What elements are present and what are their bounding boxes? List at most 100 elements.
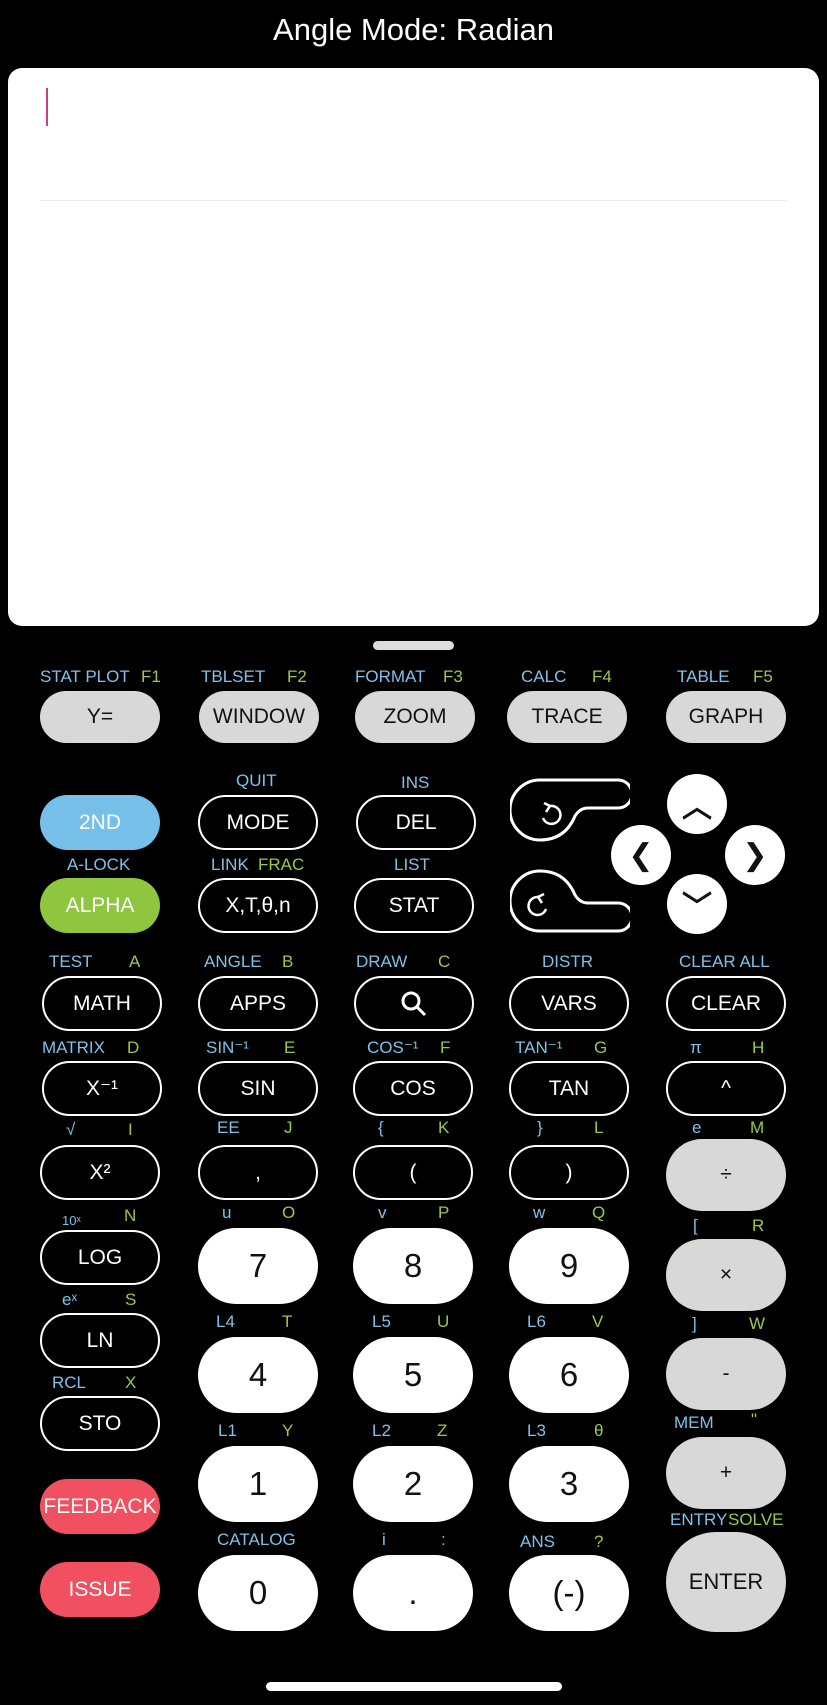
label-imag: i: [382, 1530, 386, 1549]
label-f2: F2: [287, 667, 307, 686]
label-list: LIST: [394, 855, 430, 874]
y-equals-key[interactable]: Y=: [40, 691, 160, 743]
arrow-right-key[interactable]: ❯: [725, 825, 785, 885]
label-solve: SOLVE: [728, 1510, 784, 1529]
entry-separator: [40, 200, 787, 201]
label-z: Z: [437, 1421, 448, 1440]
label-lbracket: [: [693, 1216, 698, 1235]
home-indicator[interactable]: [266, 1682, 562, 1691]
cos-key[interactable]: COS: [353, 1061, 473, 1116]
label-n: N: [124, 1206, 137, 1225]
del-key[interactable]: DEL: [356, 795, 476, 850]
label-quit: QUIT: [236, 771, 277, 790]
label-test: TEST: [49, 952, 93, 971]
redo-button[interactable]: [508, 869, 634, 939]
label-pi: π: [690, 1038, 702, 1057]
label-ans: ANS: [520, 1532, 555, 1551]
label-q: Q: [592, 1203, 606, 1222]
calculator-display[interactable]: [8, 68, 819, 626]
digit-2-key[interactable]: 2: [353, 1446, 473, 1522]
multiply-key[interactable]: ×: [666, 1239, 786, 1311]
negate-key[interactable]: (-): [509, 1555, 629, 1631]
arrow-up-key[interactable]: ︿: [667, 774, 727, 834]
label-format: FORMAT: [355, 667, 426, 686]
digit-8-key[interactable]: 8: [353, 1228, 473, 1304]
digit-1-key[interactable]: 1: [198, 1446, 318, 1522]
label-sin-inv: SIN⁻¹: [206, 1038, 249, 1057]
undo-icon: [508, 778, 634, 842]
digit-9-key[interactable]: 9: [509, 1228, 629, 1304]
label-u-up: U: [437, 1312, 450, 1331]
graph-key[interactable]: GRAPH: [666, 691, 786, 743]
label-sqrt: √: [66, 1120, 76, 1139]
label-l6: L6: [527, 1312, 546, 1331]
label-question: ?: [594, 1532, 604, 1551]
right-paren-key[interactable]: ): [509, 1145, 629, 1200]
label-mem: MEM: [674, 1413, 714, 1432]
divide-key[interactable]: ÷: [666, 1139, 786, 1211]
label-w: w: [533, 1203, 546, 1222]
label-c: C: [438, 952, 451, 971]
digit-0-key[interactable]: 0: [198, 1555, 318, 1631]
left-paren-key[interactable]: (: [353, 1145, 473, 1200]
xtn-key[interactable]: X,T,θ,n: [198, 878, 318, 933]
digit-7-key[interactable]: 7: [198, 1228, 318, 1304]
label-f1: F1: [141, 667, 161, 686]
alpha-key[interactable]: ALPHA: [40, 878, 160, 933]
label-t: T: [282, 1312, 293, 1331]
label-u: u: [222, 1203, 232, 1222]
label-d: D: [127, 1038, 140, 1057]
enter-key[interactable]: ENTER: [666, 1532, 786, 1632]
feedback-button[interactable]: FEEDBACK: [40, 1479, 160, 1534]
label-s: S: [125, 1290, 137, 1309]
ln-key[interactable]: LN: [40, 1313, 160, 1368]
clear-key[interactable]: CLEAR: [666, 976, 786, 1031]
zoom-key[interactable]: ZOOM: [355, 691, 475, 743]
label-ee: EE: [217, 1118, 240, 1137]
digit-4-key[interactable]: 4: [198, 1337, 318, 1413]
label-x: X: [125, 1373, 137, 1392]
sin-key[interactable]: SIN: [198, 1061, 318, 1116]
label-matrix: MATRIX: [42, 1038, 105, 1057]
digit-5-key[interactable]: 5: [353, 1337, 473, 1413]
vars-key[interactable]: VARS: [509, 976, 629, 1031]
arrow-left-key[interactable]: ❮: [611, 825, 671, 885]
arrow-down-key[interactable]: ﹀: [667, 874, 727, 934]
label-tblset: TBLSET: [201, 667, 266, 686]
window-key[interactable]: WINDOW: [199, 691, 319, 743]
decimal-key[interactable]: .: [353, 1555, 473, 1631]
label-lbrace: {: [378, 1118, 384, 1137]
label-angle: ANGLE: [204, 952, 262, 971]
comma-key[interactable]: ,: [198, 1145, 318, 1200]
text-cursor: [46, 88, 48, 126]
mode-key[interactable]: MODE: [198, 795, 318, 850]
label-f5: F5: [753, 667, 773, 686]
log-key[interactable]: LOG: [40, 1230, 160, 1285]
label-table: TABLE: [677, 667, 730, 686]
stat-key[interactable]: STAT: [354, 878, 474, 933]
issue-button[interactable]: ISSUE: [40, 1562, 160, 1617]
undo-button[interactable]: [508, 778, 634, 848]
label-f4: F4: [592, 667, 612, 686]
sto-key[interactable]: STO: [40, 1396, 160, 1451]
math-key[interactable]: MATH: [42, 976, 162, 1031]
x-squared-key[interactable]: X²: [40, 1145, 160, 1200]
label-v: v: [378, 1203, 387, 1222]
subtract-key[interactable]: -: [666, 1338, 786, 1410]
chevron-down-icon: ﹀: [682, 891, 712, 924]
x-inverse-key[interactable]: X⁻¹: [42, 1061, 162, 1116]
resize-handle[interactable]: [373, 641, 454, 650]
label-j: J: [284, 1118, 293, 1137]
label-l5: L5: [372, 1312, 391, 1331]
trace-key[interactable]: TRACE: [507, 691, 627, 743]
search-key[interactable]: [354, 976, 474, 1031]
second-key[interactable]: 2ND: [40, 795, 160, 850]
tan-key[interactable]: TAN: [509, 1061, 629, 1116]
add-key[interactable]: +: [666, 1437, 786, 1509]
label-calc: CALC: [521, 667, 567, 686]
power-key[interactable]: ^: [666, 1061, 786, 1116]
digit-6-key[interactable]: 6: [509, 1337, 629, 1413]
digit-3-key[interactable]: 3: [509, 1446, 629, 1522]
apps-key[interactable]: APPS: [198, 976, 318, 1031]
label-a: A: [129, 952, 141, 971]
